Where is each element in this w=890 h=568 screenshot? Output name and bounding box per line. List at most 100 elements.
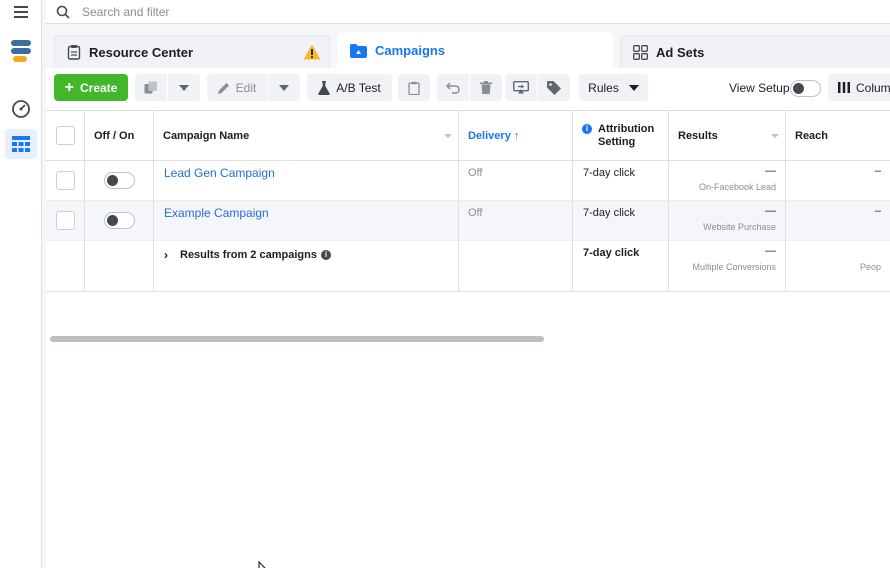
caret-down-icon <box>179 84 189 91</box>
mouse-cursor-icon <box>258 561 266 568</box>
level-tabs: Resource Center Campaigns Ad Sets <box>46 32 890 68</box>
reach-value: – <box>874 165 881 177</box>
results-value: — <box>765 165 776 177</box>
columns-button[interactable]: Colum <box>828 74 890 101</box>
horizontal-scrollbar[interactable] <box>50 336 544 342</box>
edit-dropdown-button[interactable] <box>268 74 300 101</box>
sort-caret-icon <box>444 134 452 138</box>
info-icon: i <box>582 124 592 134</box>
create-button-label: Create <box>79 80 118 95</box>
table-header: Off / On Campaign Name Delivery ↑ i Attr… <box>46 110 890 161</box>
export-button[interactable] <box>505 74 537 101</box>
delivery-cell: Off <box>459 161 573 201</box>
sort-caret-icon <box>771 134 779 138</box>
summary-results-value: — <box>765 245 776 257</box>
summary-reach-type: Peop <box>859 262 881 272</box>
summary-attribution-cell: 7-day click <box>573 241 669 292</box>
header-select-all <box>46 111 85 160</box>
tab-ad-sets[interactable]: Ad Sets <box>620 35 890 68</box>
row-checkbox[interactable] <box>56 211 75 230</box>
summary-reach-cell: Peop <box>786 241 890 292</box>
delivery-cell: Off <box>459 201 573 241</box>
ads-manager-logo-icon[interactable] <box>0 38 42 66</box>
header-reach[interactable]: Reach <box>786 111 890 160</box>
summary-label: Results from 2 campaigns <box>180 249 317 261</box>
tab-campaigns-label: Campaigns <box>375 43 446 58</box>
summary-label-cell: › Results from 2 campaigns i <box>154 241 459 292</box>
export-icon <box>513 81 529 94</box>
search-icon <box>56 5 70 19</box>
campaigns-panel: + Create Edit A/B Test Rules View Setup … <box>46 68 890 568</box>
results-value: — <box>765 205 776 217</box>
header-reach-label: Reach <box>795 129 829 142</box>
view-setup-label: View Setup <box>729 81 790 95</box>
rules-button-label: Rules <box>588 80 619 95</box>
caret-down-icon <box>279 84 289 91</box>
table-row[interactable]: Example Campaign Off 7-day click — Websit… <box>46 201 890 241</box>
campaign-on-off-toggle[interactable] <box>104 172 135 189</box>
folder-icon <box>350 43 367 58</box>
attribution-cell: 7-day click <box>573 201 669 241</box>
header-attribution-line1: Attribution <box>598 122 655 135</box>
campaign-on-off-toggle[interactable] <box>104 212 135 229</box>
header-campaign-name[interactable]: Campaign Name <box>154 111 459 160</box>
header-off-on[interactable]: Off / On <box>85 111 154 160</box>
reach-cell: – <box>786 201 890 241</box>
ab-test-button[interactable]: A/B Test <box>307 74 392 101</box>
create-button[interactable]: + Create <box>54 74 128 101</box>
grid-icon <box>633 44 648 60</box>
header-results[interactable]: Results <box>669 111 786 160</box>
tab-ad-sets-label: Ad Sets <box>656 44 705 60</box>
header-attribution-setting[interactable]: i Attribution Setting <box>573 111 669 160</box>
ab-test-button-label: A/B Test <box>336 80 381 95</box>
view-setup-toggle[interactable] <box>790 80 821 97</box>
results-type: Website Purchase <box>703 222 776 232</box>
columns-button-label: Colum <box>856 80 890 95</box>
results-cell: — Website Purchase <box>669 201 786 241</box>
rules-dropdown-button[interactable]: Rules <box>579 74 648 101</box>
row-select-cell <box>46 201 85 241</box>
tab-resource-center-label: Resource Center <box>89 44 194 60</box>
summary-attribution: 7-day click <box>583 247 640 259</box>
select-all-checkbox[interactable] <box>56 126 75 145</box>
undo-button[interactable] <box>437 74 469 101</box>
caret-down-icon <box>628 84 639 91</box>
header-delivery[interactable]: Delivery ↑ <box>459 111 573 160</box>
edit-button-label: Edit <box>235 80 257 95</box>
clipboard-button[interactable] <box>398 74 430 101</box>
chevron-right-icon: › <box>164 248 168 262</box>
attribution-value: 7-day click <box>583 167 635 179</box>
undo-icon <box>446 81 460 94</box>
menu-icon[interactable] <box>0 0 42 24</box>
summary-expand[interactable]: › Results from 2 campaigns i <box>164 248 331 262</box>
campaign-name-link[interactable]: Lead Gen Campaign <box>164 166 275 180</box>
columns-icon <box>838 82 850 93</box>
edit-button[interactable]: Edit <box>207 74 267 101</box>
table-row[interactable]: Lead Gen Campaign Off 7-day click — On-Fa… <box>46 161 890 201</box>
campaign-name-link[interactable]: Example Campaign <box>164 206 269 220</box>
toolbar: + Create Edit A/B Test Rules View Setup … <box>46 68 890 108</box>
summary-results-type: Multiple Conversions <box>692 262 776 272</box>
pencil-icon <box>217 82 229 94</box>
row-checkbox[interactable] <box>56 171 75 190</box>
tag-icon <box>547 80 561 95</box>
delivery-status: Off <box>468 167 483 179</box>
campaign-name-cell: Example Campaign <box>154 201 459 241</box>
duplicate-button[interactable] <box>135 74 167 101</box>
attribution-value: 7-day click <box>583 207 635 219</box>
row-toggle-cell <box>85 161 154 201</box>
info-icon[interactable]: i <box>320 250 331 260</box>
duplicate-icon <box>144 81 157 94</box>
header-attribution-line2: Setting <box>598 135 636 148</box>
campaigns-table-icon[interactable] <box>0 129 42 159</box>
search-bar[interactable] <box>46 0 890 24</box>
account-overview-icon[interactable] <box>0 96 42 122</box>
tab-resource-center[interactable]: Resource Center <box>54 35 330 68</box>
warning-icon <box>303 44 321 63</box>
delete-button[interactable] <box>470 74 502 101</box>
tab-campaigns[interactable]: Campaigns <box>337 32 613 68</box>
tag-button[interactable] <box>538 74 570 101</box>
search-input[interactable] <box>82 4 682 19</box>
summary-empty-cell <box>85 241 154 292</box>
duplicate-dropdown-button[interactable] <box>168 74 200 101</box>
